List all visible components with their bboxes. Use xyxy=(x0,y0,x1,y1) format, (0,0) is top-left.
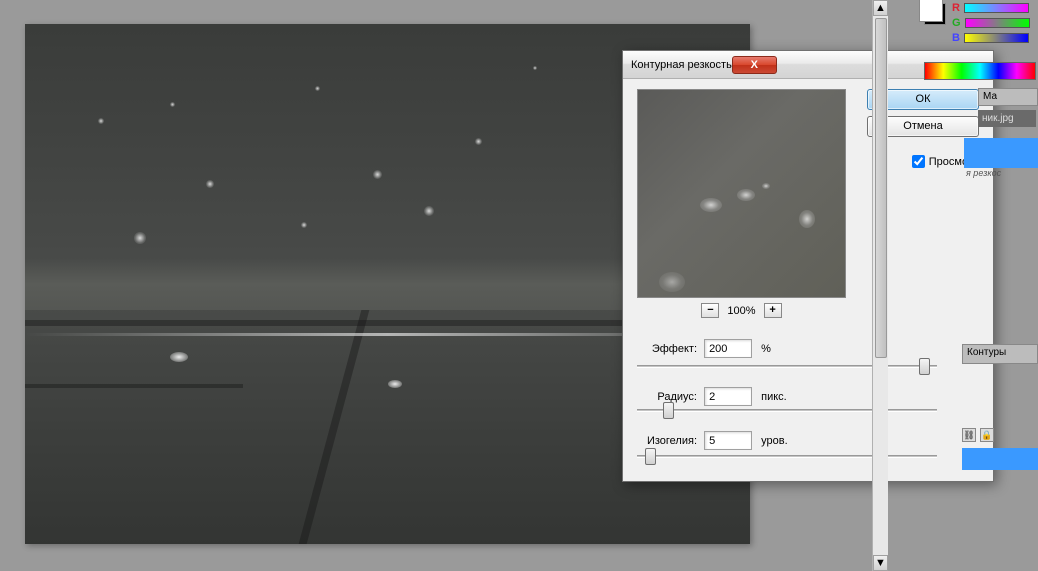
scroll-up-button[interactable]: ▲ xyxy=(873,0,888,16)
channel-g-slider[interactable] xyxy=(965,18,1030,28)
spectrum-picker[interactable] xyxy=(924,62,1036,80)
zoom-out-button[interactable]: − xyxy=(701,303,719,318)
layer-caption: я резкос xyxy=(966,168,1001,178)
close-icon: X xyxy=(751,59,758,71)
channel-b-slider[interactable] xyxy=(964,33,1029,43)
amount-input[interactable] xyxy=(704,339,752,358)
color-swatch[interactable] xyxy=(924,3,946,25)
tab-contours[interactable]: Контуры xyxy=(962,344,1038,364)
chevron-up-icon: ▲ xyxy=(875,2,886,14)
lock-icon[interactable]: 🔒 xyxy=(980,428,994,442)
zoom-level: 100% xyxy=(727,305,755,317)
tab-masks[interactable]: Ма xyxy=(978,88,1038,106)
channel-b-label: B xyxy=(952,32,960,44)
radius-slider-thumb[interactable] xyxy=(663,402,674,419)
threshold-input[interactable] xyxy=(704,431,752,450)
preview-image[interactable] xyxy=(637,89,846,298)
channel-g-label: G xyxy=(952,17,961,29)
channel-r-slider[interactable] xyxy=(964,3,1029,13)
threshold-label: Изогелия: xyxy=(637,435,697,447)
close-button[interactable]: X xyxy=(732,56,777,74)
minus-icon: − xyxy=(707,305,713,316)
threshold-unit: уров. xyxy=(761,435,788,447)
plus-icon: + xyxy=(769,305,775,316)
channel-r-label: R xyxy=(952,2,960,14)
zoom-controls: − 100% + xyxy=(637,303,846,318)
link-icon[interactable]: ⛓ xyxy=(962,428,976,442)
radius-label: Радиус: xyxy=(637,391,697,403)
radius-input[interactable] xyxy=(704,387,752,406)
path-row[interactable] xyxy=(962,448,1038,470)
zoom-in-button[interactable]: + xyxy=(764,303,782,318)
amount-unit: % xyxy=(761,343,771,355)
right-panels: ▲ ▼ R G B Ма ник.jpg я резкос Контуры ⛓ … xyxy=(862,0,1038,571)
document-tab[interactable]: ник.jpg xyxy=(978,110,1036,127)
threshold-slider-thumb[interactable] xyxy=(645,448,656,465)
chevron-down-icon: ▼ xyxy=(875,557,886,569)
amount-label: Эффект: xyxy=(637,343,697,355)
vertical-scrollbar[interactable]: ▲ ▼ xyxy=(872,0,888,571)
radius-unit: пикс. xyxy=(761,391,787,403)
active-layer-row[interactable] xyxy=(964,138,1038,168)
scrollbar-thumb[interactable] xyxy=(875,18,887,358)
dialog-title: Контурная резкость xyxy=(631,59,732,71)
scroll-down-button[interactable]: ▼ xyxy=(873,555,888,571)
color-channels: R G B xyxy=(952,0,1030,45)
